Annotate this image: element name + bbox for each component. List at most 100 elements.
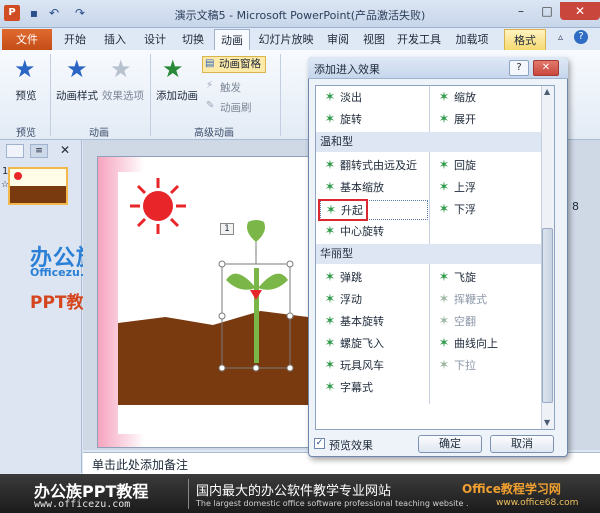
ok-button[interactable]: 确定 — [418, 435, 482, 453]
animation-painter-button[interactable]: 动画刷 — [206, 100, 262, 115]
animation-style-button[interactable]: 动画样式 — [54, 88, 100, 103]
effect-star-icon: ✶ — [324, 358, 336, 373]
sun-image[interactable] — [128, 176, 188, 236]
tab-design[interactable]: 设计 — [138, 29, 172, 50]
effect-star-icon: ✶ — [324, 224, 336, 239]
trigger-button[interactable]: 触发 — [206, 80, 262, 95]
effect-star-icon: ✶ — [324, 180, 336, 195]
tab-addins[interactable]: 加载项 — [450, 29, 494, 50]
effect-bounce[interactable]: ✶ 弹跳 — [320, 268, 362, 288]
effect-star-icon: ✶ — [438, 158, 450, 173]
cancel-button[interactable]: 取消 — [490, 435, 554, 453]
effect-options-button[interactable]: 效果选项 — [100, 88, 146, 103]
effect-boomerang[interactable]: ✶ 飞旋 — [434, 268, 476, 288]
divider — [188, 479, 189, 509]
effect-star-icon: ✶ — [438, 358, 450, 373]
effect-expand[interactable]: ✶ 展开 — [434, 110, 476, 130]
banner-slogan-en: The largest domestic office software pro… — [196, 499, 469, 508]
dialog-close-button[interactable]: ✕ — [533, 60, 559, 76]
brush-icon: ✎ — [206, 100, 215, 111]
effect-star-icon: ✶ — [324, 270, 336, 285]
tab-view[interactable]: 视图 — [358, 29, 390, 50]
divider — [150, 54, 151, 136]
effect-curve-up[interactable]: ✶ 曲线向上 — [434, 334, 498, 354]
tab-insert[interactable]: 插入 — [98, 29, 132, 50]
effect-float[interactable]: ✶ 浮动 — [320, 290, 362, 310]
divider — [280, 54, 281, 136]
effect-star-icon: ✶ — [438, 180, 450, 195]
banner-slogan: 国内最大的办公软件教学专业网站 — [196, 484, 392, 499]
effect-zoom[interactable]: ✶ 缩放 — [434, 88, 476, 108]
effect-star-icon: ✶ — [324, 112, 336, 127]
section-exciting: 华丽型 — [316, 244, 544, 264]
slides-tab[interactable] — [6, 144, 24, 158]
section-gentle: 温和型 — [316, 132, 544, 152]
effect-star-icon: ✶ — [438, 270, 450, 285]
effect-basic-spin[interactable]: ✶ 基本旋转 — [320, 312, 384, 332]
effect-star-icon: ✶ — [438, 314, 450, 329]
outline-tab[interactable]: ≡ — [30, 144, 48, 158]
scrollbar-thumb[interactable] — [542, 228, 553, 403]
effect-flip-near[interactable]: ✶ 翻转式由远及近 — [320, 156, 417, 176]
tab-home[interactable]: 开始 — [58, 29, 92, 50]
animation-style-star-icon: ★ — [66, 55, 88, 83]
help-icon[interactable]: ? — [574, 30, 588, 44]
column-divider — [429, 86, 430, 132]
effect-star-icon: ✶ — [438, 112, 450, 127]
scroll-down-icon[interactable]: ▼ — [544, 418, 550, 427]
effect-options-icon: ★ — [110, 55, 132, 83]
effect-flip: ✶ 空翻 — [434, 312, 476, 332]
effect-basic-zoom[interactable]: ✶ 基本缩放 — [320, 178, 384, 198]
effect-star-icon: ✶ — [324, 158, 336, 173]
tab-developer[interactable]: 开发工具 — [394, 29, 444, 50]
add-animation-button[interactable]: 添加动画 — [154, 88, 200, 103]
effect-star-icon: ✶ — [324, 292, 336, 307]
partial-number: 8 — [572, 200, 579, 213]
close-button[interactable]: ✕ — [560, 2, 600, 20]
tab-review[interactable]: 审阅 — [322, 29, 354, 50]
tab-file[interactable]: 文件 — [2, 29, 52, 50]
collapse-ribbon-icon[interactable]: ▵ — [558, 32, 563, 43]
minimize-button[interactable]: – — [508, 2, 534, 20]
effect-star-icon: ✶ — [438, 90, 450, 105]
right-watermark-logo: Office教程学习网 — [462, 482, 561, 496]
maximize-button[interactable]: □ — [534, 2, 560, 20]
effect-fade[interactable]: ✶ 淡出 — [320, 88, 362, 108]
divider — [50, 54, 51, 136]
preview-button[interactable]: 预览 — [8, 88, 44, 103]
column-divider — [429, 152, 430, 244]
tab-format[interactable]: 格式 — [504, 29, 546, 50]
preview-effect-checkbox[interactable]: ✓ — [314, 438, 325, 449]
column-divider — [429, 264, 430, 404]
sprout-image[interactable] — [218, 218, 294, 374]
effect-float-down[interactable]: ✶ 下浮 — [434, 200, 476, 220]
effect-credits[interactable]: ✶ 字幕式 — [320, 378, 373, 398]
add-animation-star-icon: ★ — [162, 55, 184, 83]
tab-slideshow[interactable]: 幻灯片放映 — [256, 29, 316, 50]
effect-float-up[interactable]: ✶ 上浮 — [434, 178, 476, 198]
effect-center-revolve[interactable]: ✶ 中心旋转 — [320, 222, 384, 242]
effect-spin[interactable]: ✶ 旋转 — [320, 110, 362, 130]
effect-star-icon: ✶ — [324, 336, 336, 351]
selection-highlight-box — [318, 199, 368, 221]
effect-swivel[interactable]: ✶ 回旋 — [434, 156, 476, 176]
effect-pinwheel[interactable]: ✶ 玩具风车 — [320, 356, 384, 376]
effect-spiral-in[interactable]: ✶ 螺旋飞入 — [320, 334, 384, 354]
group-label-advanced: 高级动画 — [194, 128, 234, 139]
scroll-up-icon[interactable]: ▲ — [544, 87, 550, 96]
dialog-help-button[interactable]: ? — [509, 60, 529, 76]
tab-animations[interactable]: 动画 — [214, 29, 250, 50]
effects-list[interactable]: ✶ 淡出 ✶ 缩放 ✶ 旋转 ✶ 展开 温和型 ✶ 翻转式由远及近 ✶ 回旋 ✶ 基本缩放 ✶… — [315, 85, 555, 430]
tab-transitions[interactable]: 切换 — [176, 29, 210, 50]
notes-placeholder[interactable]: 单击此处添加备注 — [92, 456, 188, 473]
effect-star-icon: ✶ — [438, 292, 450, 307]
close-panel-icon[interactable]: ✕ — [60, 143, 70, 157]
preview-effect-label: 预览效果 — [329, 439, 373, 452]
banner-brand-url: www.officezu.com — [34, 499, 131, 510]
preview-star-icon: ★ — [14, 55, 36, 83]
effect-star-icon: ✶ — [438, 202, 450, 217]
thumbnail-ground — [10, 186, 66, 203]
right-watermark-url: www.office68.com — [496, 498, 579, 508]
effect-star-icon: ✶ — [324, 380, 336, 395]
group-label-animation: 动画 — [89, 128, 109, 139]
